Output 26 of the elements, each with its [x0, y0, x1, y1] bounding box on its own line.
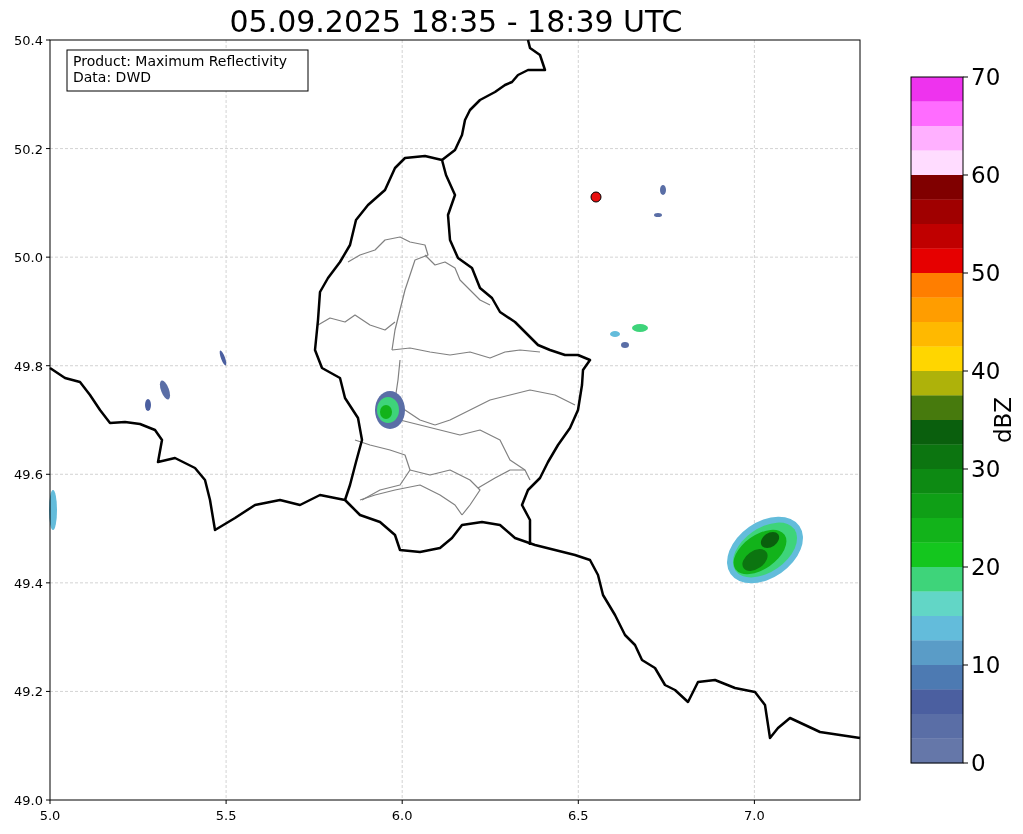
y-axis-label: 49.0 [14, 793, 43, 808]
y-axis-label: 50.0 [14, 250, 43, 266]
y-axis-label: 50.2 [14, 141, 43, 157]
y-axis-label: 49.2 [14, 684, 43, 700]
colorbar-label: 20 [971, 554, 1001, 580]
y-axis-label: 50.4 [14, 33, 43, 48]
station-marker-icon [590, 191, 602, 203]
x-axis-label: 7.0 [744, 808, 765, 823]
x-axis-label: 6.0 [391, 808, 413, 823]
colorbar-label: 50 [971, 260, 1001, 286]
info-text: Data: DWD [73, 69, 151, 85]
y-axis-label: 49.6 [14, 467, 43, 483]
chart-title: 05.09.2025 18:35 - 18:39 UTC [229, 4, 683, 39]
colorbar-label: 70 [971, 64, 1001, 90]
x-axis-label: 5.0 [39, 808, 61, 823]
colorbar-label: 30 [971, 456, 1001, 482]
x-axis-label: 5.5 [215, 808, 237, 823]
colorbar-title: dBZ [990, 396, 1016, 444]
y-axis-label: 49.8 [14, 358, 43, 374]
x-axis-label: 6.5 [567, 808, 589, 823]
colorbar-label: 10 [971, 652, 1001, 678]
colorbar-label: 40 [971, 358, 1001, 384]
colorbar-label: 60 [971, 162, 1001, 188]
y-axis-label: 49.4 [14, 575, 43, 591]
colorbar-label: 0 [971, 750, 986, 776]
info-text: Product: Maximum Reflectivity [73, 53, 287, 69]
